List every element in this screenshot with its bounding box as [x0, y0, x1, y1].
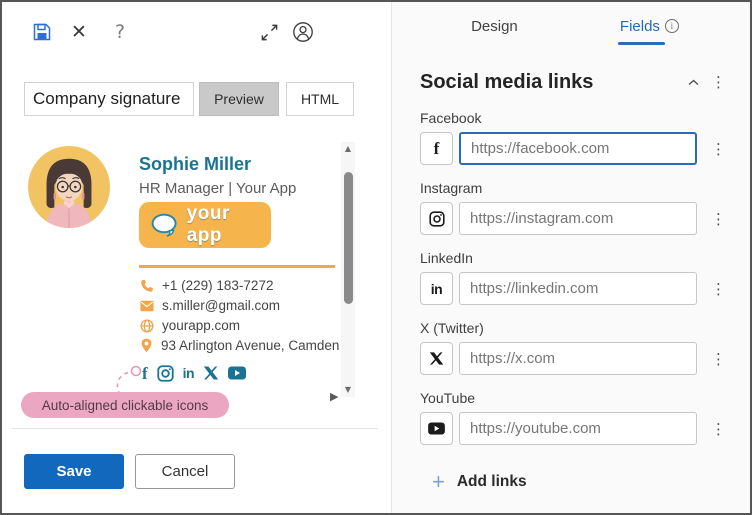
phone-number: +1 (229) 183-7272: [162, 278, 274, 293]
social-links-section-header: Social media links ⋮: [420, 69, 730, 95]
email-address: s.miller@gmail.com: [162, 298, 280, 313]
signature-name-input[interactable]: [24, 82, 194, 116]
signature-editor-window: ✕ ? Preview HTML: [0, 0, 752, 515]
contact-list: +1 (229) 183-7272 s.miller@gmail.com you…: [140, 276, 339, 356]
youtube-icon[interactable]: [228, 366, 247, 380]
linkedin-url-input[interactable]: [459, 272, 697, 305]
fields-panel: Design Fields i Social media links ⋮ Fac…: [391, 2, 750, 513]
phone-icon: [141, 279, 153, 292]
save-button[interactable]: Save: [24, 454, 124, 489]
company-logo[interactable]: your app: [139, 202, 271, 248]
preview-scrollbar[interactable]: ▲ ▼: [341, 142, 355, 397]
tab-design-label: Design: [471, 18, 518, 35]
field-label: Facebook: [420, 110, 482, 126]
callout-badge: Auto-aligned clickable icons: [21, 392, 229, 418]
tab-fields[interactable]: Fields i: [617, 18, 679, 45]
save-icon[interactable]: [30, 20, 54, 44]
contact-row-address: 93 Arlington Avenue, Camden: [140, 336, 339, 355]
contact-row-phone: +1 (229) 183-7272: [140, 276, 339, 295]
signature-person-title: HR Manager | Your App: [139, 180, 297, 197]
field-group-facebook: Facebook f ⋮: [420, 110, 730, 165]
person-circle-icon: [293, 22, 313, 42]
floppy-disk-icon: [33, 23, 51, 41]
info-icon: i: [664, 19, 679, 33]
instagram-kebab-menu[interactable]: ⋮: [707, 208, 730, 230]
cancel-button[interactable]: Cancel: [135, 454, 235, 489]
avatar: [28, 146, 110, 228]
help-icon[interactable]: ?: [110, 20, 130, 44]
field-label: LinkedIn: [420, 250, 473, 266]
scroll-up-icon[interactable]: ▲: [345, 142, 351, 156]
signature-editor-panel: ✕ ? Preview HTML: [2, 2, 391, 513]
youtube-url-input[interactable]: [459, 412, 697, 445]
field-label: YouTube: [420, 390, 476, 406]
location-icon: [141, 338, 152, 353]
preview-button[interactable]: Preview: [199, 82, 279, 116]
field-group-linkedin: LinkedIn in ⋮: [420, 250, 730, 305]
tab-design[interactable]: Design: [471, 18, 518, 45]
footer-divider: [12, 428, 378, 429]
section-kebab-menu[interactable]: ⋮: [707, 71, 730, 93]
plus-icon: +: [432, 469, 445, 494]
resize-handle-icon[interactable]: ▶: [330, 390, 338, 403]
signature-divider: [139, 265, 335, 268]
youtube-icon: [420, 412, 453, 445]
chevron-up-icon[interactable]: [680, 69, 707, 95]
speech-bubble-icon: [151, 213, 177, 237]
field-label: Instagram: [420, 180, 483, 196]
company-logo-text: your app: [186, 203, 230, 246]
account-icon[interactable]: [290, 19, 316, 45]
instagram-icon[interactable]: [157, 364, 174, 382]
add-links-button[interactable]: + Add links: [432, 471, 730, 493]
field-group-instagram: Instagram ⋮: [420, 180, 730, 235]
facebook-icon: f: [420, 132, 453, 165]
website-url: yourapp.com: [162, 318, 241, 333]
youtube-kebab-menu[interactable]: ⋮: [707, 418, 730, 440]
field-label: X (Twitter): [420, 320, 484, 336]
signature-person-name: Sophie Miller: [139, 154, 252, 174]
tab-fields-label: Fields: [619, 18, 660, 35]
section-title: Social media links: [420, 70, 594, 93]
mail-icon: [140, 300, 154, 311]
scrollbar-thumb[interactable]: [343, 172, 353, 304]
contact-row-email: s.miller@gmail.com: [140, 296, 339, 315]
globe-icon: [140, 318, 154, 333]
linkedin-icon[interactable]: in: [183, 366, 195, 380]
x-twitter-icon[interactable]: [203, 365, 219, 381]
close-icon[interactable]: ✕: [66, 20, 92, 44]
panel-tabs: Design Fields i: [420, 2, 730, 45]
diagonal-arrows-icon: [261, 24, 277, 40]
instagram-icon: [420, 202, 453, 235]
html-button[interactable]: HTML: [286, 82, 354, 116]
x-kebab-menu[interactable]: ⋮: [707, 348, 730, 370]
facebook-url-input[interactable]: [459, 132, 697, 165]
contact-row-website: yourapp.com: [140, 316, 339, 335]
expand-icon[interactable]: [257, 20, 281, 44]
signature-social-icons: f in: [142, 364, 247, 382]
field-group-youtube: YouTube ⋮: [420, 390, 730, 445]
instagram-url-input[interactable]: [459, 202, 697, 235]
scroll-down-icon[interactable]: ▼: [345, 383, 351, 397]
x-url-input[interactable]: [459, 342, 697, 375]
linkedin-icon: in: [420, 272, 453, 305]
add-links-label: Add links: [456, 473, 527, 490]
linkedin-kebab-menu[interactable]: ⋮: [707, 278, 730, 300]
field-group-x-twitter: X (Twitter) ⋮: [420, 320, 730, 375]
facebook-kebab-menu[interactable]: ⋮: [707, 138, 730, 160]
street-address: 93 Arlington Avenue, Camden: [161, 338, 340, 353]
x-twitter-icon: [420, 342, 453, 375]
